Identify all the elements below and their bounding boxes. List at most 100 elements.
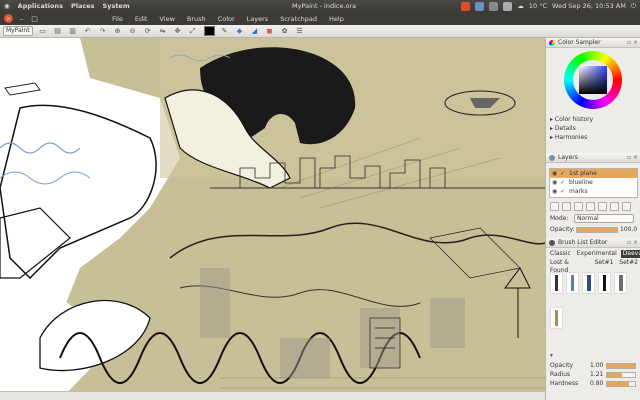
marker-brush-icon[interactable] — [582, 272, 595, 294]
panel-controls-icon[interactable]: ▫ × — [627, 154, 638, 161]
color-wheel-icon — [549, 39, 555, 46]
update-icon[interactable] — [461, 1, 471, 11]
opacity-label: Opacity: — [550, 226, 575, 233]
brush-group-tabs-2: Lost & Found Set#1 Set#2 — [548, 259, 640, 274]
charcoal-brush-icon[interactable] — [614, 272, 627, 294]
undo-icon[interactable]: ↶ — [82, 26, 93, 37]
zoom-in-icon[interactable]: ⊕ — [112, 26, 123, 37]
ubuntu-logo-icon[interactable]: ◉ — [0, 2, 14, 10]
fit-icon[interactable]: ⤢ — [187, 26, 198, 37]
details-item[interactable]: ▸ Details — [550, 125, 576, 132]
layer-row[interactable]: ◉ ✓ 1st plane — [550, 169, 637, 178]
opacity-slider[interactable] — [576, 227, 618, 233]
brush-opacity-slider[interactable] — [606, 363, 636, 369]
palette-icon[interactable]: ✿ — [279, 26, 290, 37]
harmonies-item[interactable]: ▸ Harmonies — [550, 134, 587, 141]
network-icon[interactable] — [489, 1, 499, 11]
radius-slider[interactable] — [606, 372, 636, 378]
menu-file[interactable]: File — [106, 15, 129, 23]
brush-icon[interactable]: ◢ — [249, 26, 260, 37]
temperature[interactable]: 10 °C — [529, 2, 547, 10]
system-tray: ☁ 10 °C Wed Sep 26, 10:53 AM ⏻ — [461, 0, 636, 12]
expand-icon[interactable]: ▾ — [550, 352, 553, 359]
close-icon[interactable]: × — [4, 14, 13, 23]
zoom-out-icon[interactable]: ⊖ — [127, 26, 138, 37]
duplicate-layer-icon[interactable] — [598, 202, 607, 211]
panel-menu-applications[interactable]: Applications — [14, 2, 67, 10]
panel-menu-system[interactable]: System — [99, 2, 134, 10]
remove-layer-icon[interactable] — [562, 202, 571, 211]
lock-icon[interactable]: ✓ — [560, 170, 566, 177]
tab-set2[interactable]: Set#2 — [617, 259, 640, 267]
visibility-icon[interactable]: ◉ — [552, 188, 558, 195]
pencil-brush-icon[interactable] — [550, 272, 563, 294]
minimize-icon[interactable]: – — [17, 14, 26, 23]
save-icon[interactable]: ▥ — [67, 26, 78, 37]
menu-scratchpad[interactable]: Scratchpad — [274, 15, 323, 23]
menu-help[interactable]: Help — [323, 15, 350, 23]
lock-icon[interactable]: ✓ — [560, 179, 566, 186]
lock-icon[interactable]: ✓ — [560, 188, 566, 195]
color-swatch[interactable] — [204, 26, 215, 36]
new-icon[interactable]: ▭ — [37, 26, 48, 37]
mail-icon[interactable] — [475, 1, 485, 11]
maximize-icon[interactable]: □ — [30, 14, 39, 23]
color-square[interactable] — [579, 66, 607, 94]
color-sampler-header[interactable]: Color Sampler ▫ × — [546, 38, 640, 48]
layers-icon — [549, 154, 555, 161]
color-sampler-title: Color Sampler — [558, 39, 601, 46]
layer-icon[interactable]: ◆ — [234, 26, 245, 37]
volume-icon[interactable] — [503, 1, 513, 11]
menu-view[interactable]: View — [153, 15, 180, 23]
visibility-icon[interactable]: ◉ — [552, 179, 558, 186]
rotate-icon[interactable]: ⟳ — [142, 26, 153, 37]
canvas-scrollbar[interactable] — [0, 391, 545, 400]
mode-select[interactable]: Normal — [574, 214, 634, 223]
open-icon[interactable]: ▤ — [52, 26, 63, 37]
app-menus: File Edit View Brush Color Layers Scratc… — [106, 12, 350, 25]
layers-panel-icon[interactable]: ☰ — [294, 26, 305, 37]
color-wheel[interactable] — [564, 51, 622, 109]
menu-brush[interactable]: Brush — [181, 15, 212, 23]
clock[interactable]: Wed Sep 26, 10:53 AM — [552, 2, 626, 10]
color-history-item[interactable]: ▸ Color history — [550, 116, 593, 123]
power-icon[interactable]: ⏻ — [631, 2, 636, 11]
brush-list-header[interactable]: Brush List Editor ▫ × — [546, 238, 640, 248]
layer-row[interactable]: ◉ ✓ blueline — [550, 178, 637, 187]
pan-icon[interactable]: ✥ — [172, 26, 183, 37]
layer-row[interactable]: ◉ ✓ marks — [550, 187, 637, 196]
move-down-icon[interactable] — [586, 202, 595, 211]
brush-grid — [548, 270, 638, 340]
panel-controls-icon[interactable]: ▫ × — [627, 239, 638, 246]
hardness-label: Hardness — [550, 380, 579, 387]
menu-color[interactable]: Color — [212, 15, 241, 23]
tab-set1[interactable]: Set#1 — [593, 259, 616, 267]
move-up-icon[interactable] — [574, 202, 583, 211]
brush-settings-icon[interactable]: ✎ — [219, 26, 230, 37]
drawing-canvas[interactable] — [0, 38, 545, 400]
flip-icon[interactable]: ⇋ — [157, 26, 168, 37]
pen-brush-icon[interactable] — [566, 272, 579, 294]
brush-group-tabs: Classic Experimental Deevad — [548, 250, 640, 258]
menu-layers[interactable]: Layers — [241, 15, 275, 23]
ink-brush-icon[interactable] — [598, 272, 611, 294]
tab-classic[interactable]: Classic — [548, 250, 573, 258]
add-layer-icon[interactable] — [550, 202, 559, 211]
panel-controls-icon[interactable]: ▫ × — [627, 39, 638, 46]
tab-lost-found[interactable]: Lost & Found — [548, 259, 591, 274]
redo-icon[interactable]: ↷ — [97, 26, 108, 37]
merge-layer-icon[interactable] — [610, 202, 619, 211]
blend-brush-icon[interactable] — [550, 306, 563, 329]
menu-edit[interactable]: Edit — [129, 15, 154, 23]
layers-list: ◉ ✓ 1st plane ◉ ✓ blueline ◉ ✓ marks — [549, 168, 638, 198]
tab-deevad[interactable]: Deevad — [620, 250, 640, 258]
layer-properties-icon[interactable] — [622, 202, 631, 211]
tab-experimental[interactable]: Experimental — [575, 250, 619, 258]
eraser-icon[interactable]: ◼ — [264, 26, 275, 37]
brush-list-icon — [549, 239, 555, 246]
hardness-slider[interactable] — [606, 381, 636, 387]
app-menu-combo[interactable]: MyPaint — [3, 26, 33, 36]
layers-header[interactable]: Layers ▫ × — [546, 153, 640, 163]
panel-menu-places[interactable]: Places — [67, 2, 99, 10]
visibility-icon[interactable]: ◉ — [552, 170, 558, 177]
